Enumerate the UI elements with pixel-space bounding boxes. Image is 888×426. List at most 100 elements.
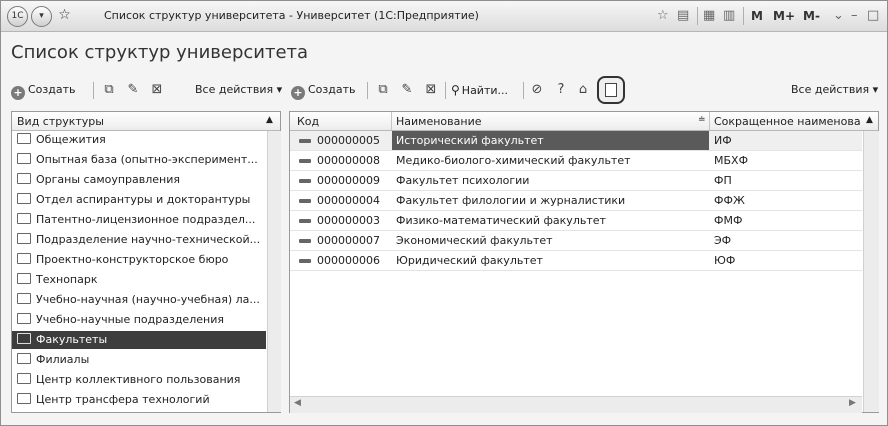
folder-icon xyxy=(17,273,31,284)
app-menu-icon[interactable]: 1С xyxy=(7,6,28,27)
vertical-scrollbar[interactable] xyxy=(863,131,879,412)
find-button[interactable]: ⚲ Найти... xyxy=(451,79,508,101)
maximize-icon[interactable]: □ xyxy=(867,8,879,24)
structure-type-item[interactable]: Факультеты xyxy=(12,331,266,349)
copy-icon[interactable]: ⧉ xyxy=(375,82,391,98)
cell-short-name: ФФЖ xyxy=(714,194,745,207)
edit-pencil-icon[interactable]: ✎ xyxy=(125,82,141,98)
column-header-name[interactable]: Наименование xyxy=(396,115,696,128)
structure-type-item[interactable]: Центр коллективного пользования xyxy=(12,371,266,389)
table-header: Код Наименование ≐ Сокращенное наименова… xyxy=(290,112,878,131)
column-header-code[interactable]: Код xyxy=(297,115,392,128)
folder-icon xyxy=(17,373,31,384)
structure-type-item[interactable]: Проектно-конструкторское бюро xyxy=(12,251,266,269)
memory-m-plus-button[interactable]: M+ xyxy=(773,8,795,24)
sort-arrow-icon: ▲ xyxy=(266,115,273,125)
structure-type-header[interactable]: Вид структуры ▲ xyxy=(12,112,280,131)
element-marker-icon xyxy=(299,219,311,223)
cell-code: 000000003 xyxy=(317,214,380,227)
structure-type-item[interactable]: Патентно-лицензионное подраздел... xyxy=(12,211,266,229)
element-marker-icon xyxy=(299,259,311,263)
structure-type-list[interactable]: Вид структуры ▲ Общежития Опытная база (о… xyxy=(11,111,281,413)
right-all-actions-button[interactable]: Все действия ▾ xyxy=(791,79,878,101)
dropdown-menu-icon[interactable]: ▾ xyxy=(31,6,52,27)
structure-type-item[interactable]: Отдел аспирантуры и докторантуры xyxy=(12,191,266,209)
memory-m-minus-button[interactable]: M- xyxy=(803,8,820,24)
cell-code: 000000008 xyxy=(317,154,380,167)
element-marker-icon xyxy=(299,159,311,163)
structure-type-item[interactable]: Технопарк xyxy=(12,271,266,289)
left-create-button[interactable]: + Создать xyxy=(11,79,76,101)
help-icon[interactable]: ? xyxy=(553,82,569,98)
structure-type-item[interactable]: Подразделение научно-технической... xyxy=(12,231,266,249)
structure-type-item[interactable]: Учебно-научные подразделения xyxy=(12,311,266,329)
delete-mark-icon[interactable]: ⊠ xyxy=(149,82,165,98)
cell-short-name: ФП xyxy=(714,174,732,187)
cell-short-name: ЮФ xyxy=(714,254,736,267)
cell-short-name: ЭФ xyxy=(714,234,732,247)
table-row[interactable]: 000000007 Экономический факультет ЭФ xyxy=(290,231,862,251)
element-marker-icon xyxy=(299,139,311,143)
structure-type-item[interactable]: Филиалы xyxy=(12,351,266,369)
application-window: 1С ▾ ☆ Список структур университета - Ун… xyxy=(0,0,888,426)
structure-type-item[interactable]: Центр трансфера технологий xyxy=(12,391,266,409)
folder-icon xyxy=(17,213,31,224)
left-scrollbar[interactable] xyxy=(267,131,281,412)
element-marker-icon xyxy=(299,179,311,183)
more-chevron-icon[interactable]: ⌄ xyxy=(833,8,844,24)
delete-mark-icon[interactable]: ⊠ xyxy=(423,82,439,98)
edit-pencil-icon[interactable]: ✎ xyxy=(399,82,415,98)
cell-name: Экономический факультет xyxy=(396,234,553,247)
print-icon[interactable]: ▤ xyxy=(677,8,689,24)
left-all-actions-button[interactable]: Все действия ▾ xyxy=(195,79,282,101)
calendar-icon[interactable]: ▥ xyxy=(723,8,735,24)
plus-circle-icon: + xyxy=(291,86,305,100)
add-favorite-star-icon[interactable]: ☆ xyxy=(657,8,669,24)
cell-short-name: ИФ xyxy=(714,134,732,147)
table-row[interactable]: 000000008 Медико-биолого-химический факул… xyxy=(290,151,862,171)
print-icon[interactable]: ⌂ xyxy=(575,82,591,98)
scroll-right-icon[interactable]: ▶ xyxy=(849,398,856,408)
cell-name: Факультет филологии и журналистики xyxy=(396,194,626,207)
cell-name: Юридический факультет xyxy=(396,254,543,267)
cancel-search-icon[interactable]: ⊘ xyxy=(529,82,545,98)
right-create-button[interactable]: + Создать xyxy=(291,79,356,101)
cell-code: 000000007 xyxy=(317,234,380,247)
list-settings-icon xyxy=(605,83,617,97)
table-row[interactable]: 000000004 Факультет филологии и журналист… xyxy=(290,191,862,211)
column-header-short-name[interactable]: Сокращенное наименова xyxy=(714,115,866,128)
scroll-left-icon[interactable]: ◀ xyxy=(294,398,301,408)
structure-type-item[interactable]: Опытная база (опытно-эксперимент... xyxy=(12,151,266,169)
element-marker-icon xyxy=(299,239,311,243)
left-toolbar: + Создать ⧉ ✎ ⊠ Все действия ▾ xyxy=(11,79,282,103)
table-row[interactable]: 000000006 Юридический факультет ЮФ xyxy=(290,251,862,271)
folder-icon xyxy=(17,153,31,164)
folder-icon xyxy=(17,333,31,344)
calculator-icon[interactable]: ▦ xyxy=(703,8,715,24)
folder-icon xyxy=(17,353,31,364)
table-row[interactable]: 000000009 Факультет психологии ФП xyxy=(290,171,862,191)
right-toolbar: + Создать ⧉ ✎ ⊠ ⚲ Найти... ⊘ ? ⌂ Все дейст… xyxy=(291,76,879,104)
minimize-icon[interactable]: – xyxy=(851,8,858,24)
table-row[interactable]: 000000003 Физико-математический факультет… xyxy=(290,211,862,231)
list-settings-button[interactable] xyxy=(597,76,625,104)
cell-name: Факультет психологии xyxy=(396,174,530,187)
scroll-up-icon[interactable]: ▲ xyxy=(866,115,873,125)
folder-icon xyxy=(17,293,31,304)
cell-short-name: ФМФ xyxy=(714,214,743,227)
element-marker-icon xyxy=(299,199,311,203)
memory-m-button[interactable]: M xyxy=(751,8,763,24)
copy-icon[interactable]: ⧉ xyxy=(101,82,117,98)
structure-type-item[interactable]: Органы самоуправления xyxy=(12,171,266,189)
structure-type-item[interactable]: Учебно-научная (научно-учебная) ла... xyxy=(12,291,266,309)
horizontal-scrollbar[interactable]: ◀ ▶ xyxy=(290,396,862,413)
table-row[interactable]: 000000005 Исторический факультет ИФ xyxy=(290,131,862,151)
cell-name: Медико-биолого-химический факультет xyxy=(396,154,631,167)
favorites-star-icon[interactable]: ☆ xyxy=(55,6,74,25)
plus-circle-icon: + xyxy=(11,86,25,100)
structures-table[interactable]: Код Наименование ≐ Сокращенное наименова… xyxy=(289,111,879,413)
cell-code: 000000006 xyxy=(317,254,380,267)
structure-type-item[interactable]: Общежития xyxy=(12,131,266,149)
cell-code: 000000005 xyxy=(317,134,380,147)
page-title: Список структур университета xyxy=(11,42,309,63)
